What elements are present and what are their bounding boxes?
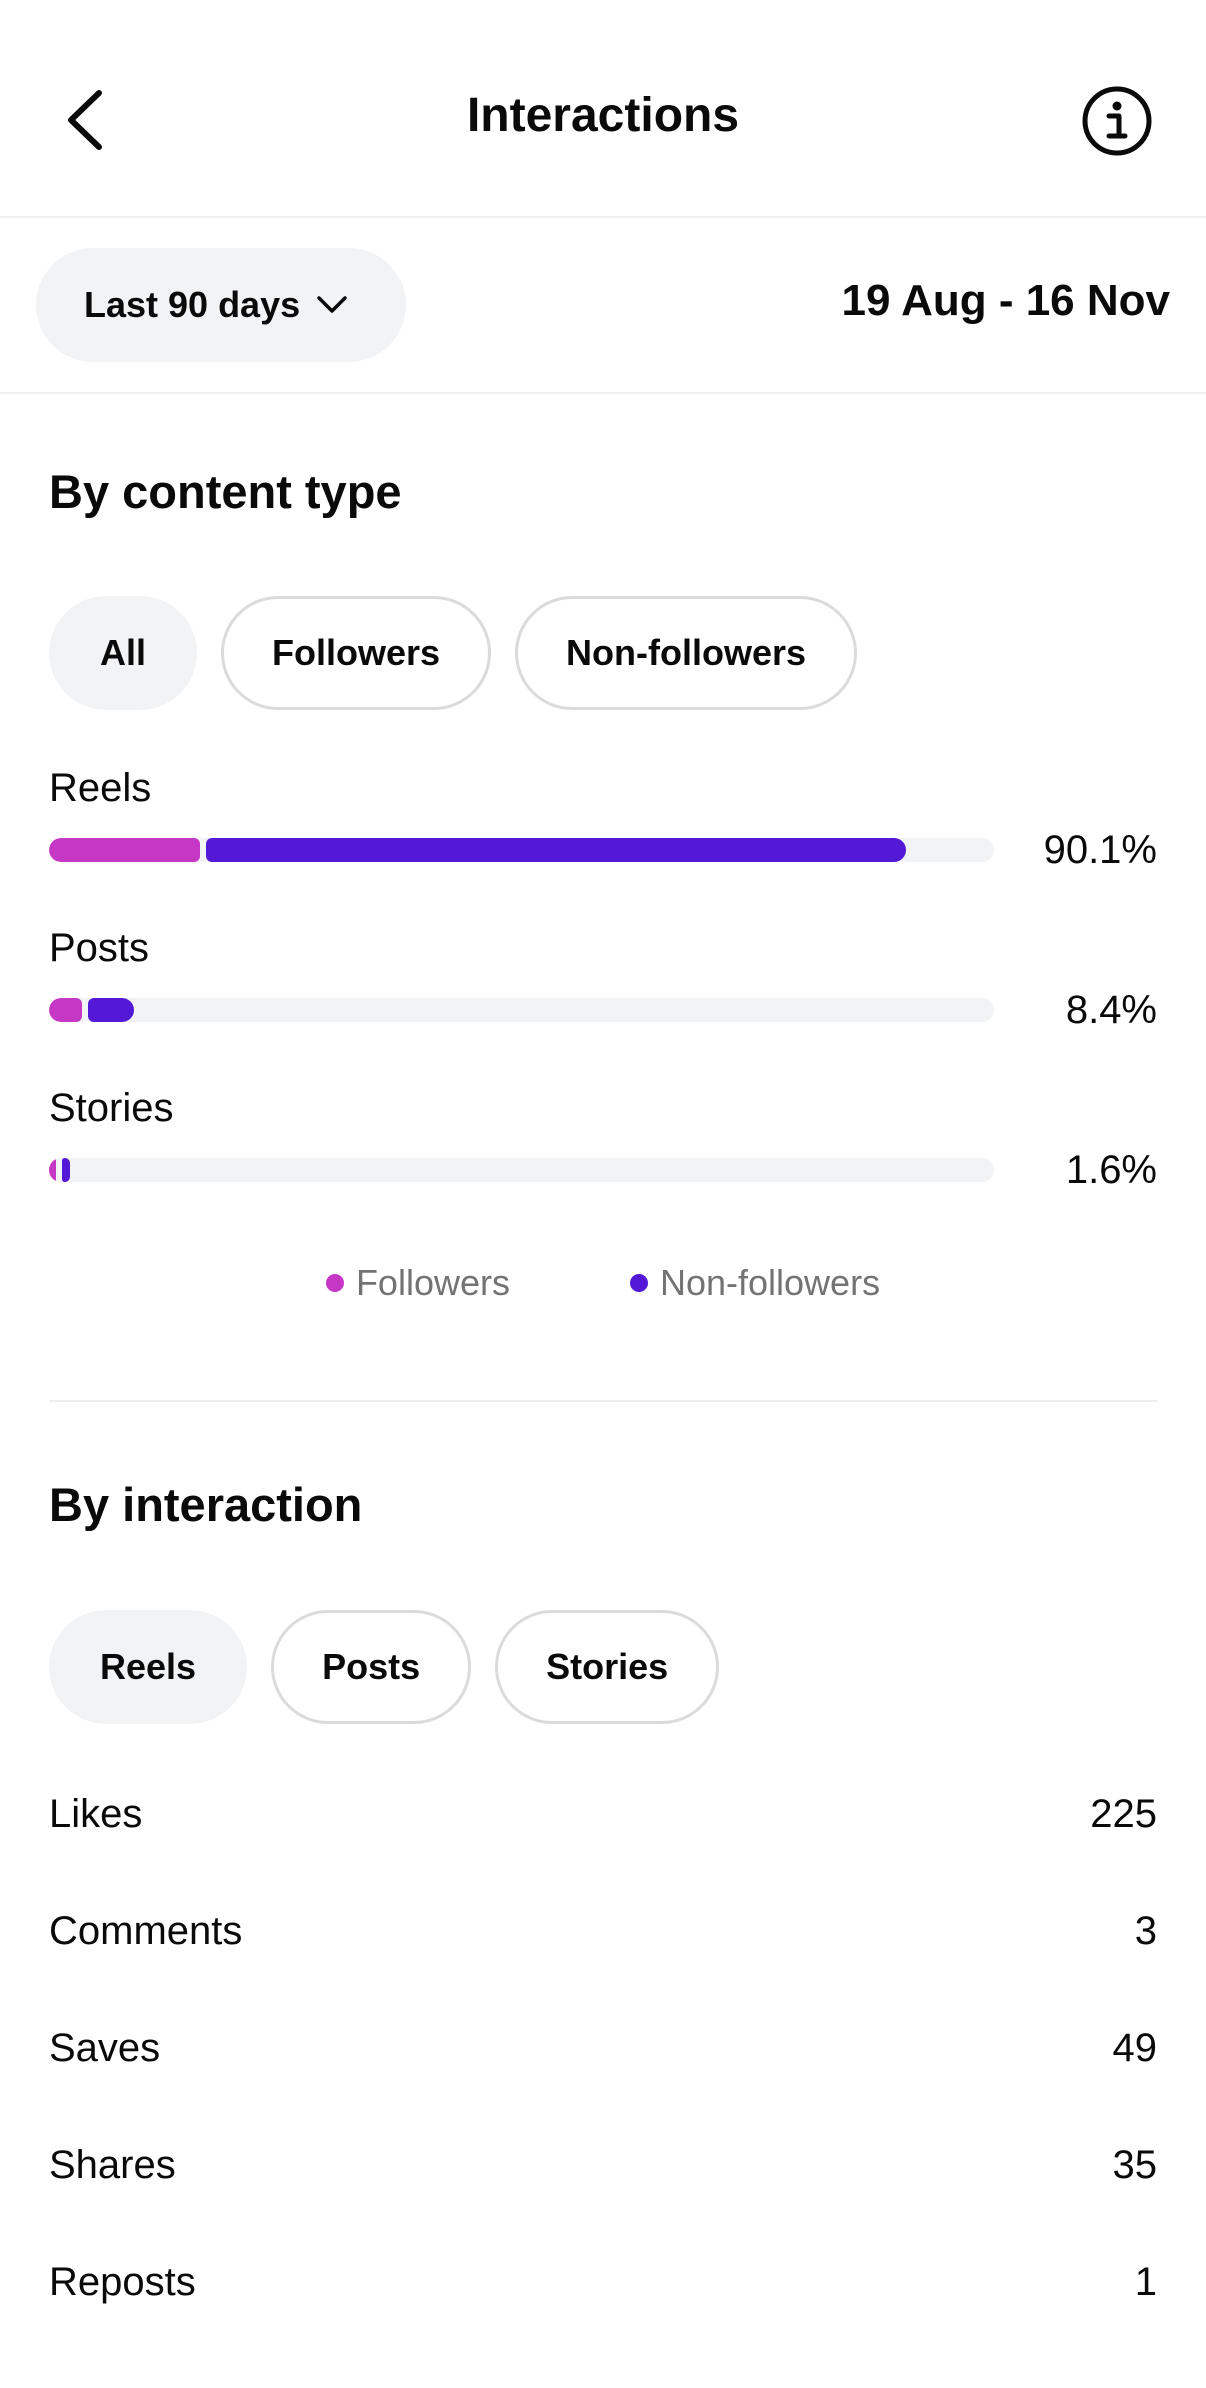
metric-row-reposts: Reposts 1 bbox=[49, 2242, 1157, 2322]
bar-track bbox=[49, 1158, 994, 1182]
interactions-screen: Interactions Last 90 days 19 Aug - 16 No… bbox=[0, 0, 1206, 2388]
info-button[interactable] bbox=[1080, 84, 1154, 158]
legend-label: Non-followers bbox=[659, 1262, 881, 1303]
chart-legend: Followers Non-followers bbox=[0, 1262, 1206, 1304]
metric-label: Shares bbox=[49, 2142, 176, 2187]
metric-value: 35 bbox=[1112, 2142, 1158, 2187]
date-range-label: Last 90 days bbox=[84, 284, 301, 325]
metric-value: 225 bbox=[1090, 1791, 1157, 1836]
metric-row-shares: Shares 35 bbox=[49, 2125, 1157, 2205]
bar-label: Posts bbox=[49, 926, 150, 970]
bar-posts: Posts 8.4% bbox=[49, 926, 1157, 1066]
chevron-down-icon bbox=[317, 296, 347, 313]
bar-percent: 90.1% bbox=[1043, 828, 1157, 872]
metric-row-likes: Likes 225 bbox=[49, 1774, 1157, 1854]
top-bar: Interactions bbox=[0, 0, 1206, 218]
bar-label: Reels bbox=[49, 766, 152, 810]
bar-track bbox=[49, 998, 994, 1022]
date-range-text: 19 Aug - 16 Nov bbox=[841, 276, 1170, 325]
non-followers-segment bbox=[88, 998, 135, 1022]
chip-followers[interactable]: Followers bbox=[221, 596, 492, 710]
bar-stories: Stories 1.6% bbox=[49, 1086, 1157, 1226]
metric-label: Likes bbox=[49, 1791, 143, 1836]
section-divider bbox=[49, 1400, 1157, 1402]
followers-segment bbox=[49, 838, 201, 862]
metric-row-saves: Saves 49 bbox=[49, 2008, 1157, 2088]
metric-value: 3 bbox=[1134, 1908, 1157, 1953]
date-range-dropdown[interactable]: Last 90 days bbox=[36, 248, 406, 362]
metric-row-comments: Comments 3 bbox=[49, 1891, 1157, 1971]
info-circle-icon bbox=[1082, 86, 1152, 156]
bar-track bbox=[49, 838, 994, 862]
page-title: Interactions bbox=[466, 89, 740, 142]
bar-reels: Reels 90.1% bbox=[49, 766, 1157, 906]
legend-non-followers: Non-followers bbox=[629, 1262, 881, 1304]
metric-value: 1 bbox=[1134, 2259, 1157, 2304]
legend-followers: Followers bbox=[325, 1262, 510, 1304]
bar-percent: 8.4% bbox=[1065, 988, 1157, 1032]
legend-label: Followers bbox=[355, 1262, 510, 1303]
metric-label: Reposts bbox=[49, 2259, 196, 2304]
date-filter-row: Last 90 days 19 Aug - 16 Nov bbox=[0, 218, 1206, 394]
followers-segment bbox=[49, 1158, 56, 1182]
metric-label: Comments bbox=[49, 1908, 243, 1953]
metric-label: Saves bbox=[49, 2025, 161, 2070]
non-followers-dot-icon bbox=[629, 1274, 648, 1292]
bar-percent: 1.6% bbox=[1065, 1148, 1157, 1192]
chip-stories[interactable]: Stories bbox=[495, 1610, 720, 1724]
interaction-heading: By interaction bbox=[49, 1478, 363, 1531]
chip-non-followers[interactable]: Non-followers bbox=[515, 596, 858, 710]
non-followers-segment bbox=[61, 1158, 71, 1182]
followers-segment bbox=[49, 998, 83, 1022]
content-type-heading: By content type bbox=[49, 465, 402, 518]
chip-posts[interactable]: Posts bbox=[271, 1610, 472, 1724]
chip-reels[interactable]: Reels bbox=[49, 1610, 248, 1724]
content-filter-chips: Reels Posts Stories bbox=[49, 1610, 720, 1724]
non-followers-segment bbox=[206, 838, 907, 862]
chip-all[interactable]: All bbox=[49, 596, 198, 710]
bar-label: Stories bbox=[49, 1086, 174, 1130]
followers-dot-icon bbox=[325, 1274, 344, 1292]
metric-value: 49 bbox=[1112, 2025, 1158, 2070]
audience-filter-chips: All Followers Non-followers bbox=[49, 596, 858, 710]
